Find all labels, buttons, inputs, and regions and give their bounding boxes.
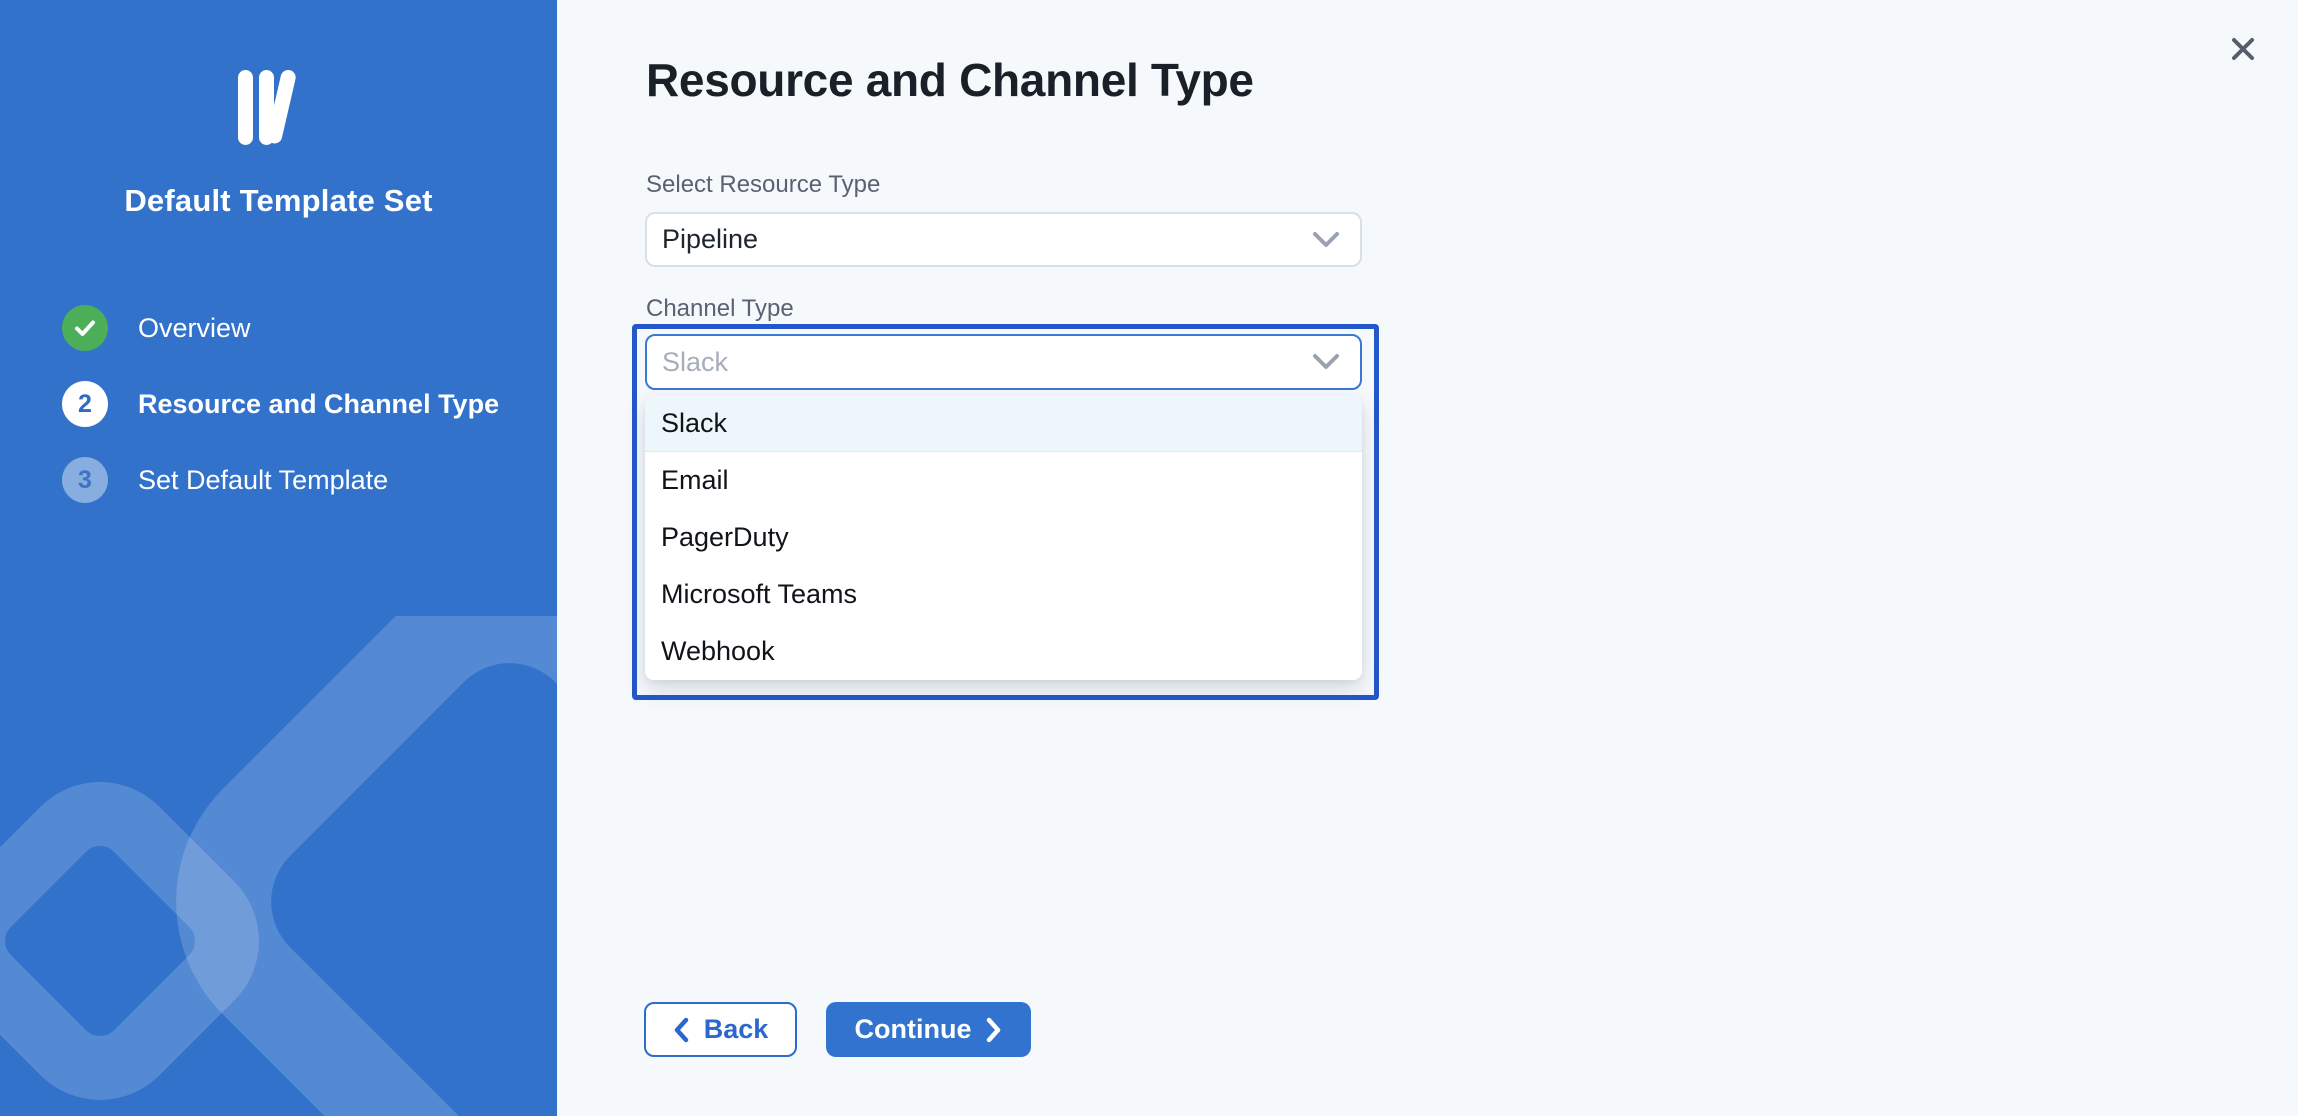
step-label: Resource and Channel Type [138, 389, 499, 420]
resource-type-label: Select Resource Type [646, 170, 880, 200]
channel-type-select[interactable]: Slack [645, 334, 1362, 390]
step-number: 3 [62, 457, 108, 503]
resource-type-select[interactable]: Pipeline [645, 212, 1362, 267]
channel-type-dropdown-container: Slack Slack Email PagerDuty Microsoft Te… [632, 324, 1379, 700]
app-logo [236, 70, 322, 150]
step-set-default-template[interactable]: 3 Set Default Template [62, 457, 533, 503]
option-pagerduty[interactable]: PagerDuty [645, 509, 1362, 566]
back-button[interactable]: Back [644, 1002, 797, 1057]
channel-type-placeholder: Slack [662, 347, 728, 378]
wizard-modal: Default Template Set Overview 2 Resource… [0, 0, 2298, 1116]
chevron-right-icon [986, 1017, 1002, 1043]
chevron-down-icon [1312, 231, 1340, 249]
option-label: Microsoft Teams [661, 579, 857, 610]
chevron-left-icon [673, 1017, 689, 1043]
option-slack[interactable]: Slack [645, 395, 1362, 452]
step-resource-and-channel-type[interactable]: 2 Resource and Channel Type [62, 381, 533, 427]
wizard-title: Default Template Set [0, 183, 557, 219]
step-overview[interactable]: Overview [62, 305, 533, 351]
page-title: Resource and Channel Type [646, 57, 1254, 103]
option-email[interactable]: Email [645, 452, 1362, 509]
step-number: 2 [62, 381, 108, 427]
option-label: Slack [661, 408, 727, 439]
step-label: Overview [138, 313, 251, 344]
close-button[interactable] [2226, 32, 2260, 66]
continue-label: Continue [855, 1014, 972, 1045]
option-label: PagerDuty [661, 522, 789, 553]
option-label: Webhook [661, 636, 775, 667]
check-icon [62, 305, 108, 351]
option-microsoft-teams[interactable]: Microsoft Teams [645, 566, 1362, 623]
x-icon [2230, 36, 2256, 62]
wizard-footer: Back Continue [644, 1002, 1031, 1057]
back-label: Back [704, 1014, 769, 1045]
chevron-down-icon [1312, 353, 1340, 371]
option-webhook[interactable]: Webhook [645, 623, 1362, 680]
wizard-content: Resource and Channel Type Select Resourc… [557, 0, 2298, 1116]
wizard-sidebar: Default Template Set Overview 2 Resource… [0, 0, 557, 1116]
sidebar-watermark-pattern [0, 616, 557, 1116]
step-label: Set Default Template [138, 465, 388, 496]
resource-type-value: Pipeline [662, 224, 758, 255]
option-label: Email [661, 465, 729, 496]
continue-button[interactable]: Continue [826, 1002, 1031, 1057]
channel-type-options-list: Slack Email PagerDuty Microsoft Teams We… [645, 395, 1362, 680]
channel-type-label: Channel Type [646, 294, 794, 324]
wizard-steps: Overview 2 Resource and Channel Type 3 S… [62, 305, 533, 533]
